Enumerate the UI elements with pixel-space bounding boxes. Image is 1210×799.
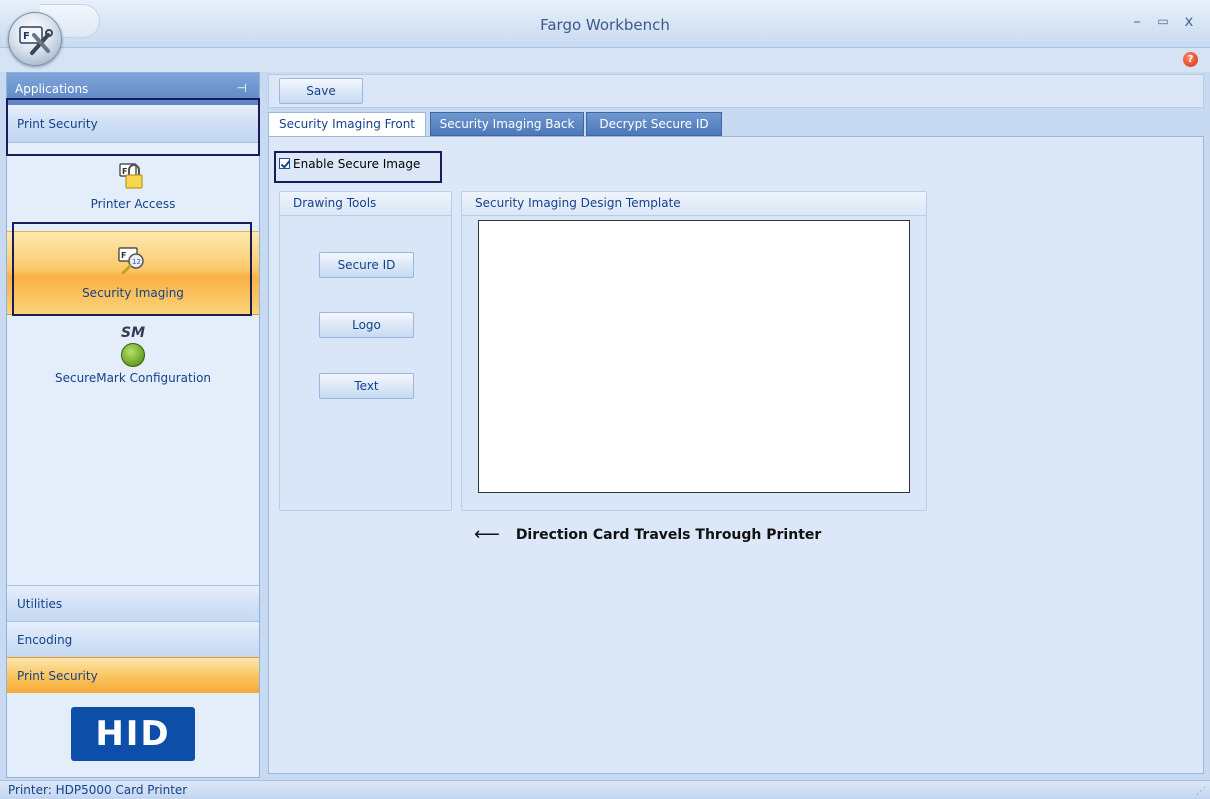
highlight-box-enable-secure-image bbox=[274, 151, 442, 183]
tab-security-imaging-back[interactable]: Security Imaging Back bbox=[430, 112, 584, 136]
design-template-group: Security Imaging Design Template bbox=[461, 191, 927, 511]
content-area: Save Security Imaging Front Security Ima… bbox=[262, 72, 1210, 778]
secure-id-button[interactable]: Secure ID bbox=[319, 252, 414, 278]
direction-label: ⟵ Direction Card Travels Through Printer bbox=[474, 523, 822, 545]
lock-card-icon: F bbox=[119, 163, 143, 189]
navigation-pane: Applications ⊣ Print Security F Printer … bbox=[6, 72, 260, 778]
highlight-box-print-security bbox=[6, 98, 260, 156]
close-button[interactable]: x bbox=[1178, 12, 1200, 30]
sidebar-item-securemark-configuration[interactable]: SM SecureMark Configuration bbox=[7, 325, 259, 395]
sidebar-section-print-security[interactable]: Print Security bbox=[7, 657, 259, 693]
svg-text:F: F bbox=[23, 31, 30, 42]
sidebar-item-label: Printer Access bbox=[90, 197, 176, 211]
highlight-box-security-imaging bbox=[12, 222, 252, 316]
fargo-app-icon: F bbox=[19, 26, 53, 55]
save-button[interactable]: Save bbox=[279, 78, 363, 104]
window-title: Fargo Workbench bbox=[540, 16, 670, 34]
help-icon[interactable]: ? bbox=[1183, 52, 1198, 67]
main-frame: Applications ⊣ Print Security F Printer … bbox=[0, 72, 1210, 780]
pin-icon[interactable]: ⊣ bbox=[237, 81, 247, 95]
ribbon-strip bbox=[0, 48, 1210, 72]
drawing-tools-title: Drawing Tools bbox=[280, 192, 451, 216]
securemark-icon bbox=[121, 343, 145, 367]
logo-button[interactable]: Logo bbox=[319, 312, 414, 338]
sidebar-item-printer-access[interactable]: F Printer Access bbox=[7, 161, 259, 223]
title-bar: Fargo Workbench – ▭ x bbox=[0, 0, 1210, 48]
design-template-canvas[interactable] bbox=[478, 220, 910, 493]
minimize-button[interactable]: – bbox=[1126, 12, 1148, 30]
left-arrow-icon: ⟵ bbox=[474, 524, 500, 545]
drawing-tools-group: Drawing Tools Secure ID Logo Text bbox=[279, 191, 452, 511]
tab-panel: Enable Secure Image Drawing Tools Secure… bbox=[268, 136, 1204, 774]
resize-grip-icon[interactable]: ⋰ bbox=[1196, 786, 1206, 797]
direction-text: Direction Card Travels Through Printer bbox=[515, 527, 822, 543]
hid-logo: HID bbox=[71, 707, 195, 761]
design-template-title: Security Imaging Design Template bbox=[462, 192, 926, 216]
tab-security-imaging-front[interactable]: Security Imaging Front bbox=[268, 112, 426, 137]
sidebar-section-encoding[interactable]: Encoding bbox=[7, 621, 259, 657]
sidebar-item-label: SecureMark Configuration bbox=[54, 371, 212, 385]
toolbar: Save bbox=[268, 74, 1204, 108]
printer-status: Printer: HDP5000 Card Printer bbox=[8, 783, 188, 797]
sidebar-section-utilities[interactable]: Utilities bbox=[7, 585, 259, 621]
app-menu-button[interactable]: F bbox=[8, 12, 62, 66]
tab-decrypt-secure-id[interactable]: Decrypt Secure ID bbox=[586, 112, 722, 136]
securemark-badge: SM bbox=[120, 325, 145, 341]
maximize-button[interactable]: ▭ bbox=[1152, 12, 1174, 30]
navigation-pane-title: Applications bbox=[15, 82, 89, 96]
text-button[interactable]: Text bbox=[319, 373, 414, 399]
status-bar: Printer: HDP5000 Card Printer ⋰ bbox=[0, 780, 1210, 799]
